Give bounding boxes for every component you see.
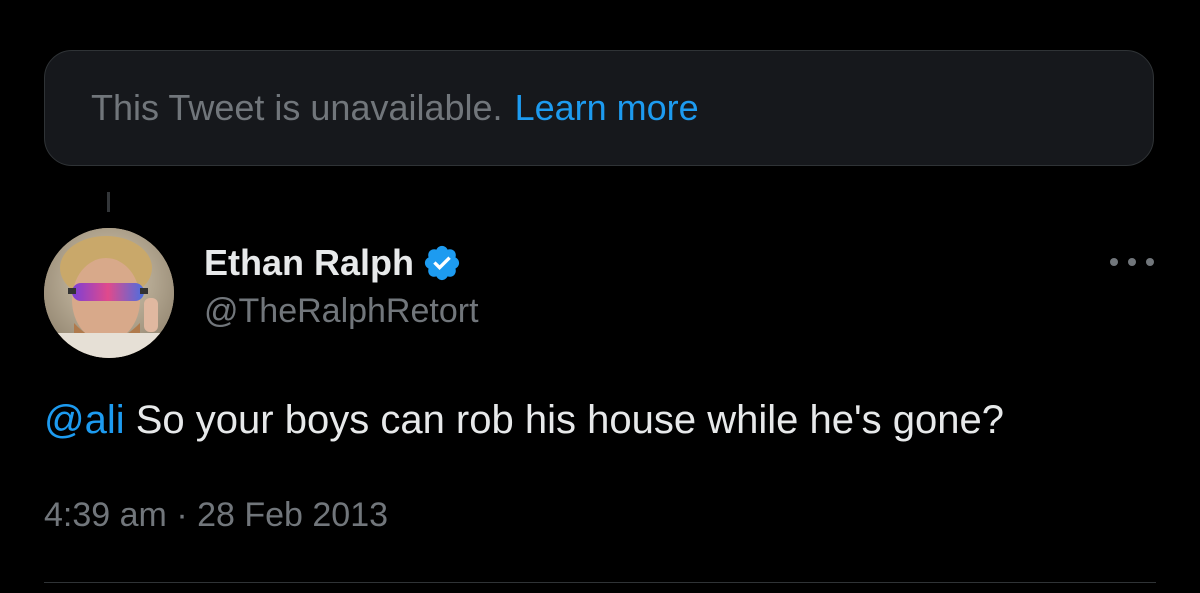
avatar[interactable] xyxy=(44,228,174,358)
author-name-row[interactable]: Ethan Ralph xyxy=(204,238,462,288)
author-handle[interactable]: @TheRalphRetort xyxy=(204,292,479,331)
unavailable-message: This Tweet is unavailable. xyxy=(91,87,503,128)
tweet-text: @ali So your boys can rob his house whil… xyxy=(44,398,1004,443)
unavailable-tweet-notice: This Tweet is unavailable. Learn more xyxy=(44,50,1154,166)
dot-icon xyxy=(1128,258,1136,266)
verified-badge-icon xyxy=(424,245,460,281)
user-avatar-icon xyxy=(44,228,174,358)
tweet-body: So your boys can rob his house while he'… xyxy=(135,398,1004,442)
mention-link[interactable]: @ali xyxy=(44,398,125,442)
dot-icon xyxy=(1110,258,1118,266)
ellipsis-icon[interactable] xyxy=(1110,250,1154,274)
timestamp-separator: · xyxy=(176,496,188,534)
author-display-name[interactable]: Ethan Ralph xyxy=(204,242,414,284)
divider xyxy=(44,582,1156,583)
tweet-time: 4:39 am xyxy=(44,496,167,534)
dot-icon xyxy=(1146,258,1154,266)
tweet-date: 28 Feb 2013 xyxy=(197,496,389,534)
thread-connector-line xyxy=(107,192,110,212)
learn-more-link[interactable]: Learn more xyxy=(515,87,699,129)
tweet-timestamp[interactable]: 4:39 am · 28 Feb 2013 xyxy=(44,496,388,535)
